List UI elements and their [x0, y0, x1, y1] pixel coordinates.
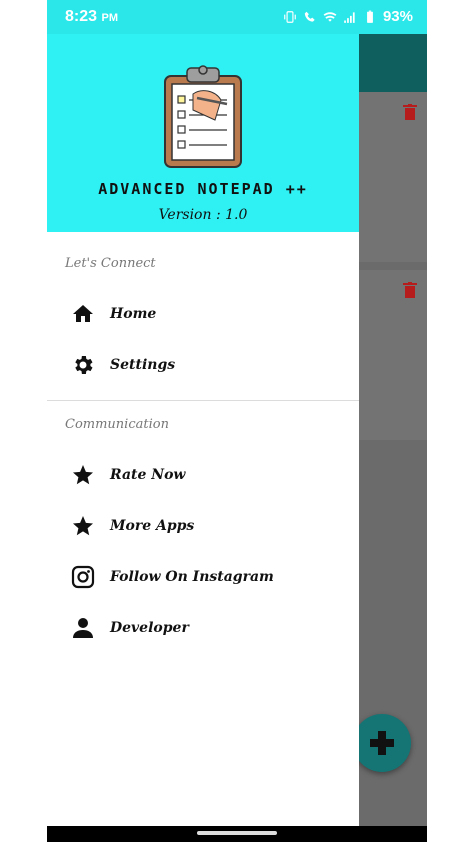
wifi-call-icon	[304, 11, 315, 22]
star-icon	[71, 514, 95, 538]
menu-item-label: Settings	[110, 357, 176, 373]
instagram-icon	[71, 565, 95, 589]
menu-item-more-apps[interactable]: More Apps	[47, 503, 359, 549]
menu-item-label: Developer	[110, 620, 189, 636]
clipboard-logo-icon	[164, 65, 242, 168]
drawer-header: ADVANCED NOTEPAD ++ Version : 1.0	[47, 34, 359, 232]
status-clock: 8:23	[65, 8, 98, 25]
menu-item-developer[interactable]: Developer	[47, 605, 359, 651]
battery-percent: 93%	[382, 8, 413, 25]
section-label-communication: Communication	[65, 417, 169, 432]
battery-icon	[367, 10, 373, 23]
section-label-lets-connect: Let's Connect	[65, 256, 156, 271]
vibrate-icon	[284, 10, 296, 23]
wifi-icon	[323, 11, 337, 22]
signal-icon	[344, 11, 355, 23]
menu-item-settings[interactable]: Settings	[47, 342, 359, 388]
menu-item-rate-now[interactable]: Rate Now	[47, 452, 359, 498]
menu-item-label: Rate Now	[110, 467, 186, 483]
menu-item-label: More Apps	[110, 518, 195, 534]
gear-icon	[71, 353, 95, 377]
person-icon	[71, 616, 95, 640]
star-icon	[71, 463, 95, 487]
system-navigation-bar	[47, 826, 427, 842]
home-gesture-handle[interactable]	[197, 831, 277, 835]
menu-item-label: Follow On Instagram	[110, 569, 274, 585]
navigation-drawer: ADVANCED NOTEPAD ++ Version : 1.0 Let's …	[47, 34, 359, 826]
status-time: 8:23 PM	[65, 8, 118, 26]
section-divider	[47, 400, 359, 401]
menu-item-label: Home	[110, 306, 157, 322]
status-ampm: PM	[101, 12, 118, 24]
app-title: ADVANCED NOTEPAD ++	[98, 180, 308, 198]
menu-item-follow-instagram[interactable]: Follow On Instagram	[47, 554, 359, 600]
phone-screen: 8:23 PM 93% ADVANCED NOTEPAD ++ Version …	[47, 0, 427, 842]
home-icon	[71, 302, 95, 326]
trash-icon	[403, 282, 417, 298]
app-version: Version : 1.0	[158, 207, 248, 223]
status-bar: 8:23 PM 93%	[47, 0, 427, 34]
status-icons: 93%	[283, 8, 413, 25]
trash-icon	[403, 104, 417, 120]
add-note-button[interactable]	[353, 714, 411, 772]
plus-icon	[370, 731, 394, 755]
menu-item-home[interactable]: Home	[47, 291, 359, 337]
